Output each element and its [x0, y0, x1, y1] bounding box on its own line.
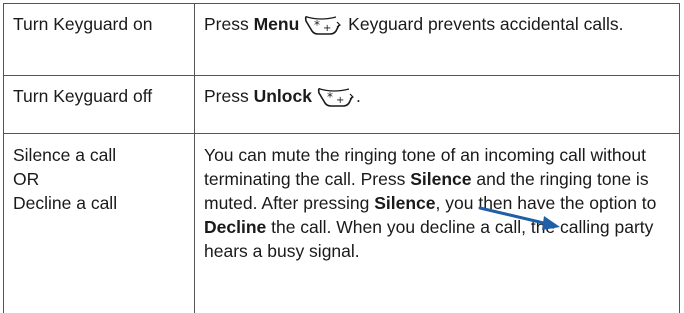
action-cell: Turn Keyguard off	[4, 76, 195, 134]
description-text: Keyguard prevents accidental calls.	[343, 14, 623, 34]
silence-key-label: Silence	[374, 193, 435, 213]
description-text: Press	[204, 14, 254, 34]
table-row: Turn Keyguard on Press Menu * + Keyguard…	[4, 4, 680, 76]
description-text: .	[356, 86, 361, 106]
svg-text:+: +	[323, 23, 331, 34]
action-label: Decline a call	[13, 191, 186, 215]
description-cell: Press Unlock * + .	[195, 76, 680, 134]
description-text: , you then have the option to	[436, 193, 657, 213]
silence-key-label: Silence	[410, 169, 471, 189]
action-cell: Turn Keyguard on	[4, 4, 195, 76]
description-cell: You can mute the ringing tone of an inco…	[195, 134, 680, 313]
star-key-icon: * +	[303, 12, 341, 36]
keyguard-table: Turn Keyguard on Press Menu * + Keyguard…	[3, 3, 680, 313]
description-text: the call. When you decline a call, the c…	[204, 217, 653, 261]
svg-text:*: *	[327, 90, 333, 104]
action-cell: Silence a call OR Decline a call	[4, 134, 195, 313]
table-row: Turn Keyguard off Press Unlock * + .	[4, 76, 680, 134]
svg-text:+: +	[336, 95, 344, 106]
action-label: Turn Keyguard on	[13, 14, 152, 34]
table-row: Silence a call OR Decline a call You can…	[4, 134, 680, 313]
svg-text:*: *	[314, 18, 320, 32]
action-or-label: OR	[13, 167, 186, 191]
star-key-icon: * +	[316, 84, 354, 108]
description-cell: Press Menu * + Keyguard prevents acciden…	[195, 4, 680, 76]
action-label: Silence a call	[13, 143, 186, 167]
action-label: Turn Keyguard off	[13, 86, 152, 106]
unlock-key-label: Unlock	[254, 86, 312, 106]
decline-key-label: Decline	[204, 217, 266, 237]
description-text: Press	[204, 86, 254, 106]
menu-key-label: Menu	[254, 14, 300, 34]
